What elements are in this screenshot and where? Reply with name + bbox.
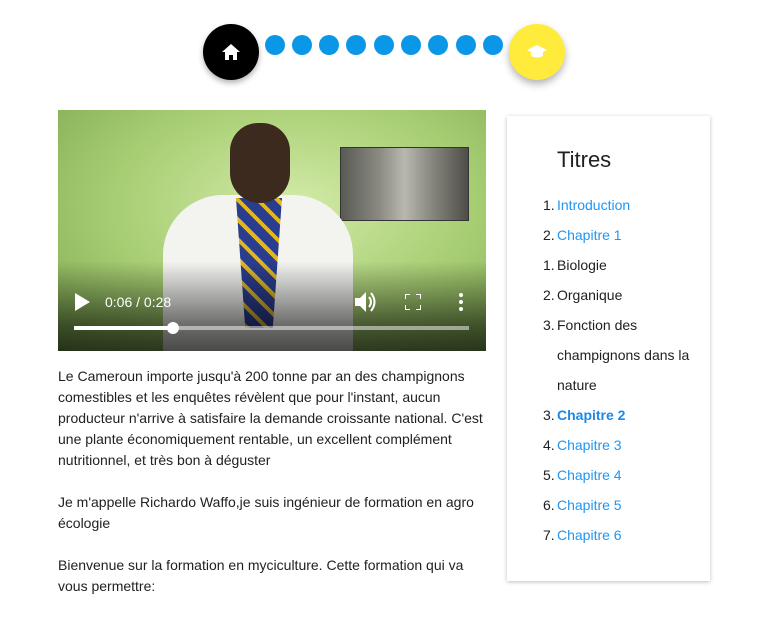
toc-subitem-organique: 2. Organique [543,280,703,310]
volume-icon[interactable] [355,292,377,312]
toc-item-label[interactable]: Chapitre 1 [557,220,703,250]
toc-item-chapitre-1[interactable]: 2. Chapitre 1 [543,220,703,250]
progress-step-3[interactable] [319,35,339,55]
video-time: 0:06 / 0:28 [105,294,172,310]
toc-item-number: 7. [543,527,555,543]
toc-item-number: 3. [543,317,555,333]
fullscreen-icon[interactable] [405,294,421,310]
toc-subitem-fonction: 3. Fonction des champignons dans la natu… [543,310,703,400]
toc-item-label: Organique [557,287,623,303]
toc-item-label[interactable]: Introduction [557,190,703,220]
toc-item-chapitre-3[interactable]: 4. Chapitre 3 [543,430,703,460]
course-description: Le Cameroun importe jusqu'à 200 tonne pa… [58,366,488,618]
home-button[interactable] [203,24,259,80]
toc-item-number: 4. [543,437,555,453]
toc-item-label[interactable]: Chapitre 6 [557,520,703,550]
toc-list: 1. Introduction 2. Chapitre 1 1. Biologi… [543,190,703,550]
toc-item-number: 3. [543,407,555,423]
toc-item-chapitre-4[interactable]: 5. Chapitre 4 [543,460,703,490]
progress-step-8[interactable] [456,35,476,55]
toc-item-number: 6. [543,497,555,513]
presenter-head [230,123,290,203]
play-icon[interactable] [74,293,90,311]
toc-card: Titres 1. Introduction 2. Chapitre 1 1. … [507,116,710,581]
toc-subitem-biologie: 1. Biologie [543,250,703,280]
intro-paragraph: Le Cameroun importe jusqu'à 200 tonne pa… [58,368,483,468]
toc-item-label-active[interactable]: Chapitre 2 [557,400,703,430]
toc-item-label[interactable]: Chapitre 5 [557,490,703,520]
toc-item-number: 2. [543,227,555,243]
graduation-cap-icon [527,45,547,58]
graduation-button[interactable] [509,24,565,80]
toc-item-number: 1. [543,197,555,213]
more-options-icon[interactable] [458,293,464,311]
video-player[interactable]: 0:06 / 0:28 [58,110,486,351]
video-inset-image [340,147,469,221]
toc-item-label: Fonction des champignons dans la nature [557,317,690,393]
toc-item-label: Biologie [557,257,607,273]
welcome-paragraph: Bienvenue sur la formation en mycicultur… [58,557,464,594]
seek-progress [74,326,173,330]
toc-item-label[interactable]: Chapitre 3 [557,430,703,460]
toc-item-number: 2. [543,287,555,303]
toc-item-chapitre-6[interactable]: 7. Chapitre 6 [543,520,703,550]
progress-step-4[interactable] [346,35,366,55]
toc-item-chapitre-5[interactable]: 6. Chapitre 5 [543,490,703,520]
toc-title: Titres [557,147,612,172]
toc-item-introduction[interactable]: 1. Introduction [543,190,703,220]
home-icon [222,44,240,60]
progress-step-5[interactable] [374,35,394,55]
toc-item-label[interactable]: Chapitre 4 [557,460,703,490]
toc-item-number: 1. [543,257,555,273]
progress-step-2[interactable] [292,35,312,55]
progress-step-7[interactable] [428,35,448,55]
progress-step-1[interactable] [265,35,285,55]
course-progress-bar [0,0,767,100]
toc-item-chapitre-2[interactable]: 3. Chapitre 2 [543,400,703,430]
progress-step-9[interactable] [483,35,503,55]
toc-item-number: 5. [543,467,555,483]
progress-step-6[interactable] [401,35,421,55]
seek-handle[interactable] [166,322,179,334]
author-paragraph: Je m'appelle Richardo Waffo,je suis ingé… [58,494,474,531]
video-seek-bar[interactable] [74,322,469,334]
